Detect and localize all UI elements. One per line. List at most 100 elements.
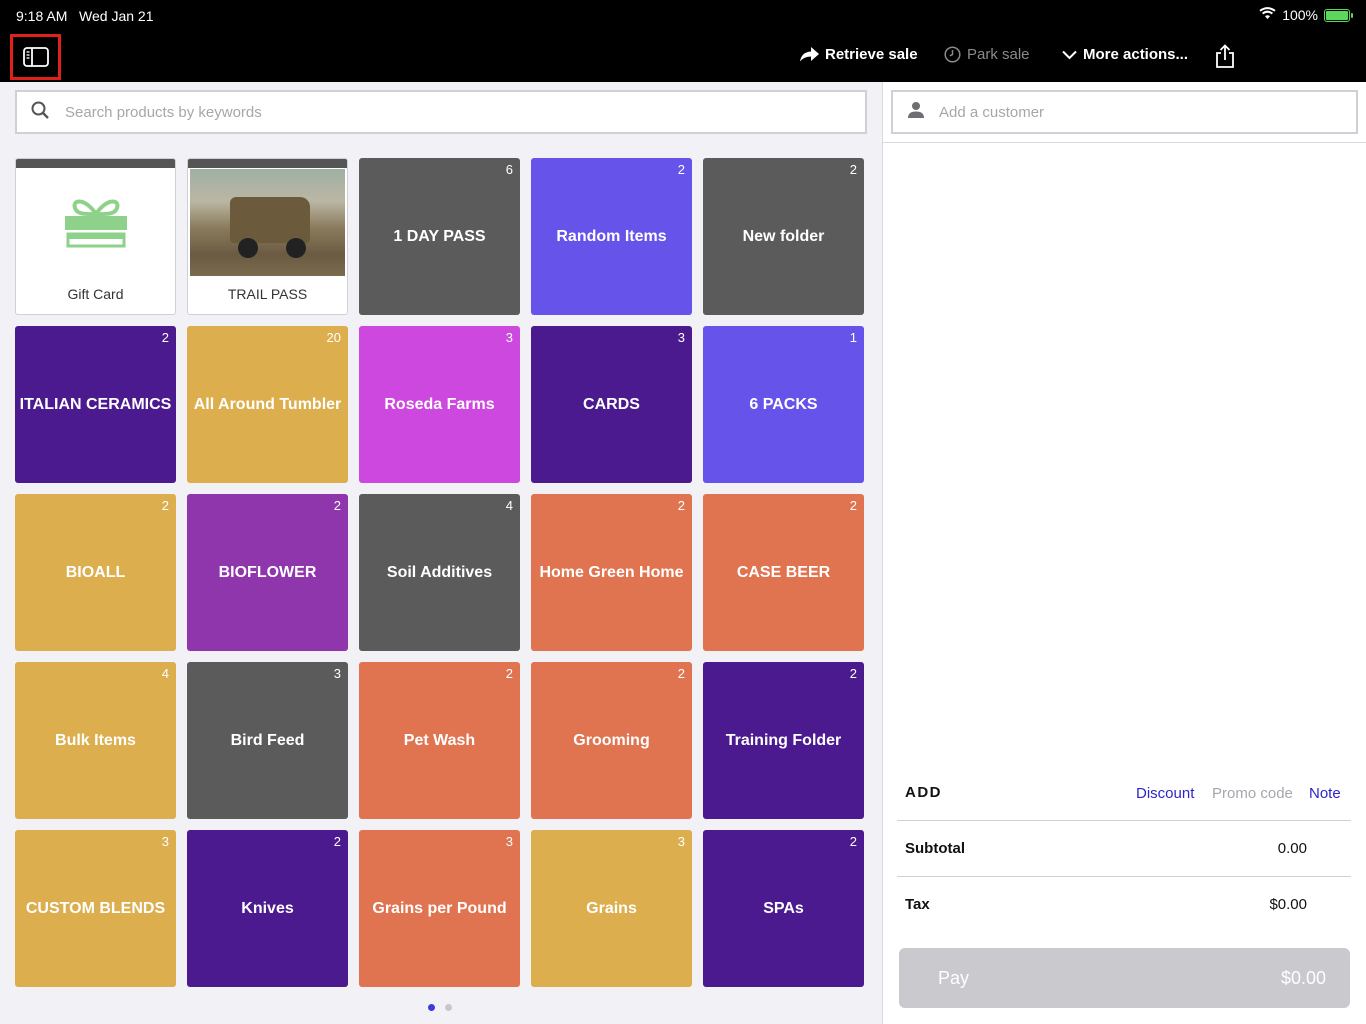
- pay-label: Pay: [938, 968, 970, 988]
- tile-label: BIOALL: [65, 563, 126, 581]
- folder-tile-bioall[interactable]: 2 BIOALL: [15, 494, 176, 651]
- search-input[interactable]: [65, 103, 825, 121]
- customer-input[interactable]: [939, 103, 1339, 121]
- folder-tile-custom-blends[interactable]: 3 CUSTOM BLENDS: [15, 830, 176, 987]
- folder-tile-soil-additives[interactable]: 4 Soil Additives: [359, 494, 520, 651]
- tile-top-bar: [16, 159, 175, 168]
- folder-tile-6-packs[interactable]: 1 6 PACKS: [703, 326, 864, 483]
- folder-tile-home-green-home[interactable]: 2 Home Green Home: [531, 494, 692, 651]
- page-dot-active[interactable]: [428, 1004, 435, 1011]
- tile-label: Roseda Farms: [384, 395, 495, 413]
- discount-link[interactable]: Discount: [1136, 785, 1194, 802]
- item-count-badge: 3: [677, 834, 685, 849]
- item-count-badge: 2: [333, 498, 341, 513]
- pay-amount: $0.00: [1280, 968, 1326, 988]
- tile-label: Soil Additives: [386, 563, 493, 581]
- folder-tile-new-folder[interactable]: 2 New folder: [703, 158, 864, 315]
- park-sale-button[interactable]: Park sale: [944, 46, 1030, 63]
- retrieve-sale-button[interactable]: Retrieve sale: [800, 46, 918, 63]
- item-count-badge: 3: [505, 834, 513, 849]
- tile-label: CUSTOM BLENDS: [25, 899, 166, 917]
- item-count-badge: 4: [161, 666, 169, 681]
- note-link[interactable]: Note: [1309, 785, 1341, 802]
- item-count-badge: 4: [505, 498, 513, 513]
- tile-label: ITALIAN CERAMICS: [19, 395, 172, 413]
- tile-label: 6 PACKS: [749, 395, 818, 413]
- tile-label: Pet Wash: [403, 731, 476, 749]
- folder-tile-all-around-tumbler[interactable]: 20 All Around Tumbler: [187, 326, 348, 483]
- status-right: 100%: [1259, 7, 1353, 23]
- folder-tile-grains-per-pound[interactable]: 3 Grains per Pound: [359, 830, 520, 987]
- folder-tile-bioflower[interactable]: 2 BIOFLOWER: [187, 494, 348, 651]
- tile-label: Training Folder: [725, 731, 842, 749]
- pay-button[interactable]: Pay $0.00: [899, 948, 1350, 1008]
- folder-tile-training-folder[interactable]: 2 Training Folder: [703, 662, 864, 819]
- item-count-badge: 2: [677, 666, 685, 681]
- person-icon: [907, 101, 925, 124]
- tile-label: SPAs: [763, 899, 804, 917]
- folder-tile-random-items[interactable]: 2 Random Items: [531, 158, 692, 315]
- folder-tile-bulk-items[interactable]: 4 Bulk Items: [15, 662, 176, 819]
- item-count-badge: 2: [161, 498, 169, 513]
- tile-label: 1 DAY PASS: [393, 227, 486, 245]
- tile-label: All Around Tumbler: [193, 395, 342, 413]
- product-tile-trail-pass[interactable]: TRAIL PASS: [187, 158, 348, 315]
- page-indicator: [428, 1004, 452, 1011]
- customer-divider: [883, 142, 1366, 143]
- more-actions-button[interactable]: More actions...: [1062, 46, 1188, 63]
- subtotal-row: Subtotal 0.00: [905, 840, 1307, 857]
- status-bar: 9:18 AM Wed Jan 21 100%: [0, 0, 1366, 32]
- item-count-badge: 1: [849, 330, 857, 345]
- add-row: ADD Discount Promo code Note: [905, 784, 1345, 806]
- item-count-badge: 2: [849, 834, 857, 849]
- folder-tile-grooming[interactable]: 2 Grooming: [531, 662, 692, 819]
- tile-label: New folder: [742, 227, 825, 245]
- tile-label: Bulk Items: [55, 731, 136, 749]
- promo-code-link[interactable]: Promo code: [1212, 785, 1293, 802]
- tile-label: Bird Feed: [230, 731, 305, 749]
- item-count-badge: 20: [326, 330, 341, 345]
- divider: [897, 820, 1351, 821]
- clock-icon: [944, 46, 961, 63]
- gift-icon: [64, 194, 128, 256]
- item-count-badge: 3: [161, 834, 169, 849]
- page-dot-inactive[interactable]: [445, 1004, 452, 1011]
- item-count-badge: 3: [333, 666, 341, 681]
- folder-tile-roseda-farms[interactable]: 3 Roseda Farms: [359, 326, 520, 483]
- cart-panel: ADD Discount Promo code Note Subtotal 0.…: [883, 82, 1366, 1024]
- folder-tile-grains[interactable]: 3 Grains: [531, 830, 692, 987]
- folder-tile-pet-wash[interactable]: 2 Pet Wash: [359, 662, 520, 819]
- tax-label: Tax: [905, 896, 930, 913]
- tile-label: CARDS: [583, 395, 640, 413]
- product-tile-gift-card[interactable]: Gift Card: [15, 158, 176, 315]
- item-count-badge: 3: [677, 330, 685, 345]
- clock-date: Wed Jan 21: [79, 8, 154, 24]
- trail-photo: [190, 169, 345, 276]
- tile-label: Grooming: [573, 731, 650, 749]
- share-button[interactable]: [1214, 44, 1236, 74]
- tile-top-bar: [188, 159, 347, 168]
- add-heading: ADD: [905, 784, 942, 801]
- folder-tile-cards[interactable]: 3 CARDS: [531, 326, 692, 483]
- folder-tile-italian-ceramics[interactable]: 2 ITALIAN CERAMICS: [15, 326, 176, 483]
- sidebar-toggle-button[interactable]: [10, 34, 61, 80]
- folder-tile-bird-feed[interactable]: 3 Bird Feed: [187, 662, 348, 819]
- tile-label: Random Items: [556, 227, 667, 245]
- chevron-down-icon: [1062, 50, 1077, 59]
- folder-tile-1-day-pass[interactable]: 6 1 DAY PASS: [359, 158, 520, 315]
- tax-row: Tax $0.00: [905, 896, 1307, 913]
- tile-label: Knives: [241, 899, 294, 917]
- subtotal-value: 0.00: [1277, 840, 1307, 857]
- item-count-badge: 2: [505, 666, 513, 681]
- status-time: 9:18 AM Wed Jan 21: [16, 8, 154, 24]
- item-count-badge: 2: [849, 666, 857, 681]
- folder-tile-case-beer[interactable]: 2 CASE BEER: [703, 494, 864, 651]
- item-count-badge: 2: [849, 498, 857, 513]
- sidebar-icon: [22, 47, 49, 67]
- item-count-badge: 2: [161, 330, 169, 345]
- clock-time: 9:18 AM: [16, 8, 68, 24]
- folder-tile-spas[interactable]: 2 SPAs: [703, 830, 864, 987]
- folder-tile-knives[interactable]: 2 Knives: [187, 830, 348, 987]
- wifi-icon: [1259, 7, 1276, 23]
- search-icon: [31, 101, 49, 124]
